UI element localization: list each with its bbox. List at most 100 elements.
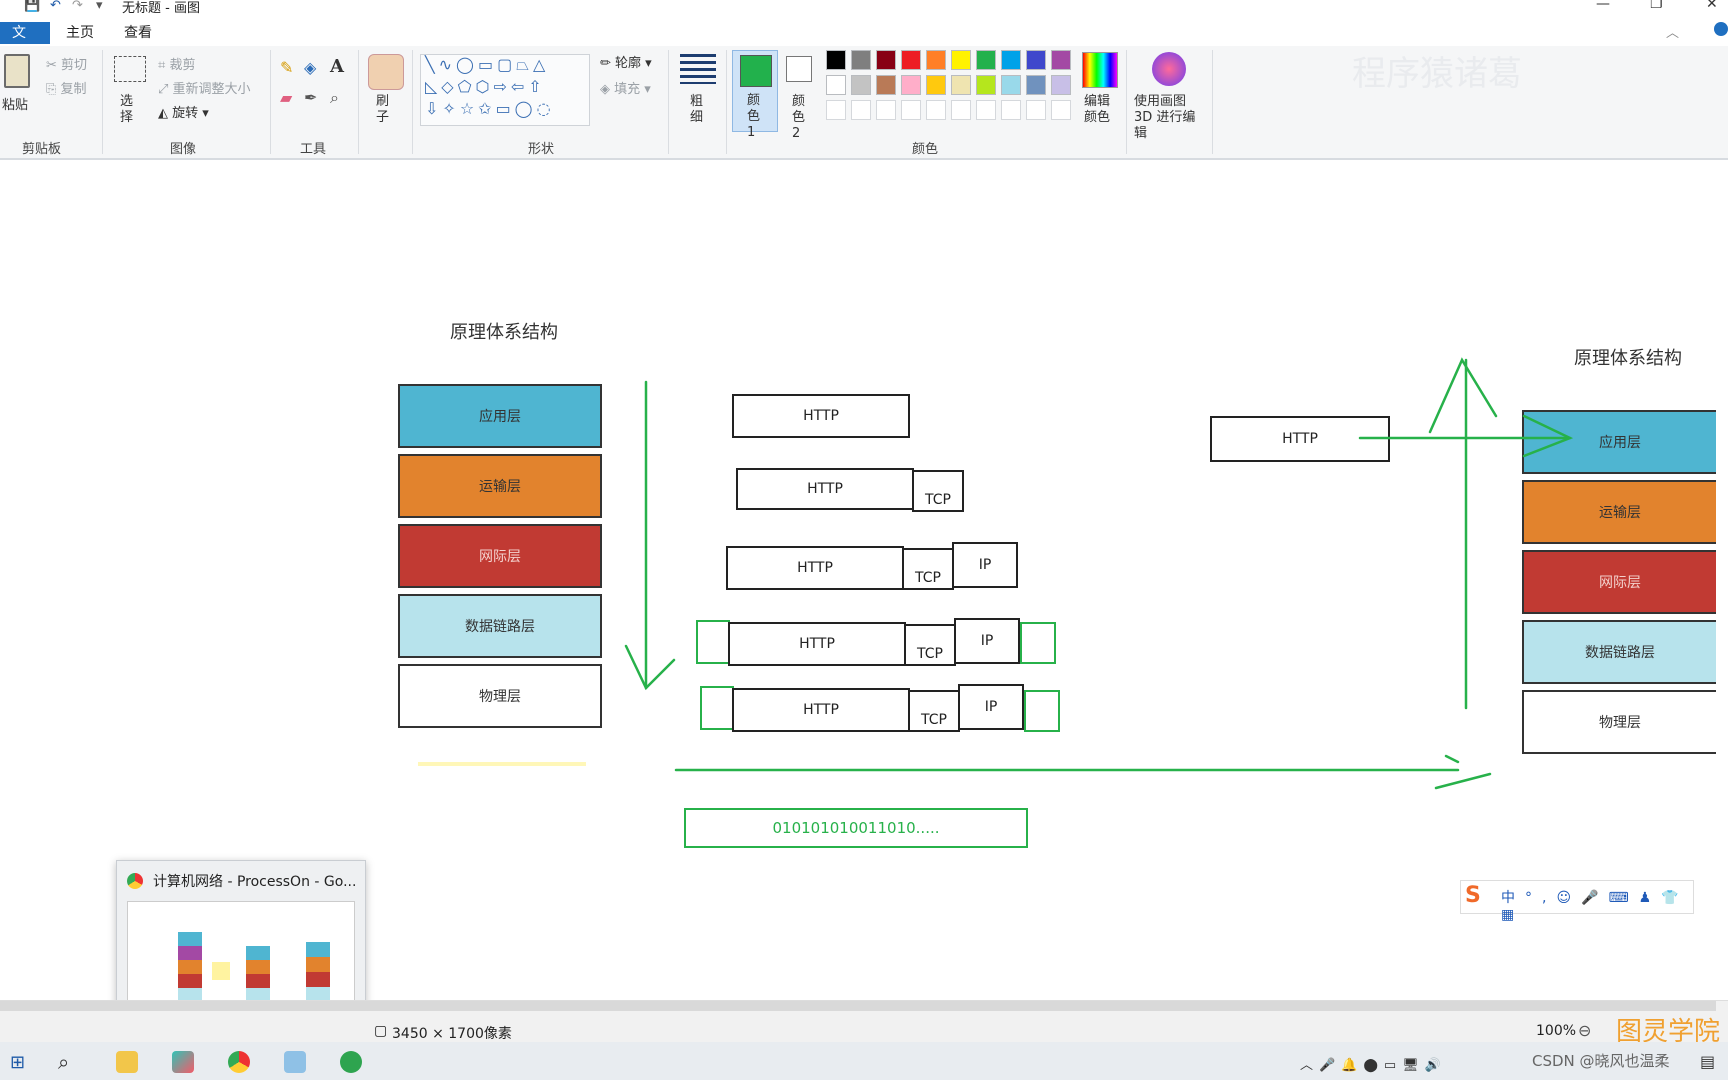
palette-custom-swatch[interactable] (1051, 100, 1071, 120)
crop-button[interactable]: ⌗ 裁剪 (158, 54, 195, 73)
app-green-icon[interactable] (340, 1051, 362, 1073)
close-icon[interactable]: ✕ (1706, 0, 1718, 12)
select-icon[interactable] (114, 56, 146, 82)
palette-swatch[interactable] (901, 50, 921, 70)
group-divider (1126, 50, 1127, 154)
ime-toolbar[interactable]: S 中°,☺🎤⌨♟👕▦ (1460, 880, 1694, 923)
resize-button[interactable]: ⤢ 重新调整大小 (158, 78, 251, 97)
csdn-credit: CSDN @晓风也温柔 (1532, 1052, 1670, 1070)
paste-button[interactable]: 粘贴 (2, 94, 28, 113)
brush-icon[interactable] (368, 54, 404, 90)
palette-swatch[interactable] (1026, 50, 1046, 70)
tab-file[interactable]: 文件 (0, 22, 50, 63)
fill-button[interactable]: ◈ 填充 ▾ (600, 78, 651, 97)
palette-swatch[interactable] (926, 50, 946, 70)
paste-icon[interactable] (4, 54, 30, 88)
rotate-button[interactable]: ◭ 旋转 ▾ (158, 102, 209, 121)
pencil-icon[interactable]: ✎ (280, 58, 293, 77)
group-divider (270, 50, 271, 154)
in-arrow-head (1522, 414, 1574, 458)
palette-custom-swatch[interactable] (901, 100, 921, 120)
palette-swatch[interactable] (951, 50, 971, 70)
collapse-ribbon-icon[interactable]: ︿ (1666, 22, 1679, 41)
palette-swatch[interactable] (901, 75, 921, 95)
edit-colors-icon[interactable] (1082, 52, 1118, 88)
palette-swatch[interactable] (1026, 75, 1046, 95)
system-tray-icons[interactable]: ︿🎤🔔⬤▭🖥🔊 (1300, 1054, 1447, 1073)
palette-custom-swatch[interactable] (926, 100, 946, 120)
palette-swatch[interactable] (1051, 75, 1071, 95)
palette-swatch[interactable] (826, 50, 846, 70)
start-icon[interactable]: ⊞ (10, 1052, 25, 1073)
palette-custom-swatch[interactable] (826, 100, 846, 120)
brush-button[interactable]: 刷子 (376, 94, 392, 126)
tab-home[interactable]: 主页 (54, 22, 106, 44)
minimize-icon[interactable]: — (1596, 0, 1610, 12)
tab-view[interactable]: 查看 (112, 22, 164, 44)
palette-swatch[interactable] (851, 50, 871, 70)
horizontal-scrollbar[interactable] (0, 1001, 1716, 1011)
shapes-row-3[interactable]: ⇩✧☆✩▭◯◌ (425, 99, 555, 118)
image-dimensions: 3450 × 1700像素 (392, 1026, 512, 1042)
help-icon[interactable] (1714, 22, 1728, 36)
palette-custom-swatch[interactable] (951, 100, 971, 120)
shapes-row-1[interactable]: ╲∿◯▭▢⏢△ (425, 55, 549, 75)
zoom-out-icon[interactable]: ⊖ (1578, 1021, 1591, 1040)
color-picker-icon[interactable]: ✒ (304, 88, 317, 107)
select-button[interactable]: 选择 (120, 94, 136, 126)
ime-tools[interactable]: 中°,☺🎤⌨♟👕▦ (1501, 887, 1693, 923)
palette-swatch[interactable] (876, 50, 896, 70)
up-arrow-head (1428, 357, 1498, 434)
magnifier-icon[interactable]: ⌕ (330, 88, 339, 108)
restore-icon[interactable]: ❐ (1650, 0, 1663, 12)
palette-custom-swatch[interactable] (1026, 100, 1046, 120)
save-icon[interactable]: 💾 (24, 0, 40, 13)
shapes-row-2[interactable]: ◺◇⬠⬡⇨⇦⇧ (425, 77, 546, 96)
quick-access-dropdown-icon[interactable]: ▾ (96, 0, 103, 13)
copy-button[interactable]: ⎘ 复制 (46, 78, 87, 97)
title-bar: 💾 ↶ ↷ ▾ 无标题 - 画图 — ❐ ✕ (0, 0, 1728, 16)
color-1-button[interactable]: 颜色 1 (732, 50, 778, 140)
palette-custom-swatch[interactable] (851, 100, 871, 120)
palette-custom-swatch[interactable] (876, 100, 896, 120)
palette-swatch[interactable] (976, 75, 996, 95)
zoom-level: 100% (1536, 1023, 1577, 1039)
shapes-gallery[interactable]: ╲∿◯▭▢⏢△ ◺◇⬠⬡⇨⇦⇧ ⇩✧☆✩▭◯◌ (420, 54, 590, 126)
palette-custom-swatch[interactable] (1001, 100, 1021, 120)
palette-swatch[interactable] (1001, 75, 1021, 95)
group-label-clipboard: 剪贴板 (22, 142, 62, 157)
palette-swatch[interactable] (826, 75, 846, 95)
group-divider (1212, 50, 1213, 154)
cut-button[interactable]: ✂ 剪切 (46, 54, 87, 73)
eraser-icon[interactable]: ▰ (280, 88, 292, 107)
redo-icon[interactable]: ↷ (72, 0, 83, 13)
palette-swatch[interactable] (1001, 50, 1021, 70)
palette-swatch[interactable] (851, 75, 871, 95)
search-icon[interactable]: ⌕ (58, 1050, 69, 1074)
text-tool-icon[interactable]: A (330, 56, 344, 77)
chrome-taskbar-icon[interactable] (228, 1051, 250, 1073)
paint-3d-icon[interactable] (1152, 52, 1186, 86)
sogou-icon[interactable]: S (1465, 883, 1481, 908)
undo-icon[interactable]: ↶ (50, 0, 61, 13)
fill-bucket-icon[interactable]: ◈ (304, 58, 316, 77)
paint-3d-button[interactable]: 使用画图 3D 进行编辑 (1134, 94, 1206, 142)
file-explorer-icon[interactable] (116, 1051, 138, 1073)
color-2-button[interactable]: 颜色 2 (792, 94, 808, 142)
group-label-shapes: 形状 (528, 142, 555, 157)
palette-swatch[interactable] (976, 50, 996, 70)
color-2-swatch[interactable] (786, 56, 812, 82)
size-icon[interactable] (680, 54, 716, 84)
palette-swatch[interactable] (1051, 50, 1071, 70)
paint-taskbar-icon[interactable] (284, 1051, 306, 1073)
app-icon[interactable] (172, 1051, 194, 1073)
channel-watermark: 程序猿诸葛 (1352, 54, 1522, 94)
size-button[interactable]: 粗细 (690, 94, 706, 126)
palette-swatch[interactable] (951, 75, 971, 95)
edit-colors-button[interactable]: 编辑颜色 (1084, 94, 1114, 126)
palette-swatch[interactable] (876, 75, 896, 95)
palette-custom-swatch[interactable] (976, 100, 996, 120)
palette-swatch[interactable] (926, 75, 946, 95)
outline-button[interactable]: ✏ 轮廓 ▾ (600, 52, 652, 71)
notification-icon[interactable]: ▤ (1700, 1052, 1715, 1071)
